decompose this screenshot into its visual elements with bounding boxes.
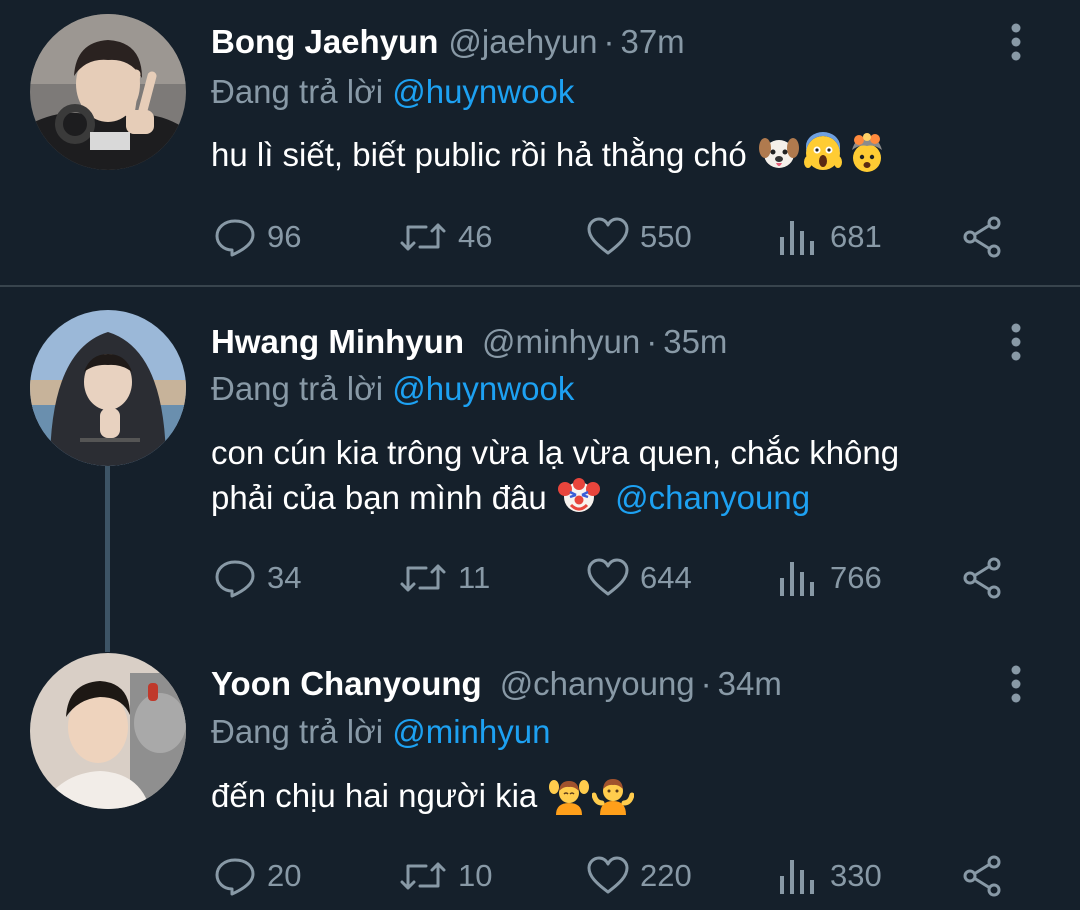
like-button[interactable]: 220 (586, 852, 692, 900)
tweet-body-line-2: phải của bạn mình đâu @chanyoung (211, 475, 1031, 520)
tweet-body: đến chịu hai người kia (211, 777, 538, 814)
divider (0, 285, 1080, 287)
tweet-text: con cún kia trông vừa lạ vừa quen, chắc … (211, 431, 1031, 520)
bar-chart-icon (780, 221, 814, 255)
replying-to: Đang trả lời @minhyun (211, 710, 550, 754)
reply-to-mention[interactable]: @huynwook (392, 370, 574, 407)
user-handle[interactable]: @jaehyun (448, 23, 597, 60)
clown-face-emoji (557, 475, 600, 517)
views-button[interactable]: 766 (776, 554, 882, 602)
dog-face-emoji (758, 132, 800, 174)
heart-icon (587, 558, 629, 596)
views-button[interactable]: 330 (776, 852, 882, 900)
tweet-body-line-1: con cún kia trông vừa lạ vừa quen, chắc … (211, 434, 900, 471)
retweet-button[interactable]: 10 (398, 852, 492, 900)
replying-to: Đang trả lời @huynwook (211, 70, 574, 114)
separator-dot: · (603, 23, 615, 60)
share-button[interactable] (960, 213, 1004, 261)
reply-icon (215, 560, 255, 598)
retweet-count: 11 (458, 560, 491, 595)
more-options-icon[interactable] (1003, 322, 1029, 362)
share-icon (963, 216, 1001, 258)
retweet-button[interactable]: 46 (398, 213, 492, 261)
share-icon (963, 855, 1001, 897)
tweet-text: đến chịu hai người kia (211, 773, 1031, 818)
share-button[interactable] (960, 554, 1004, 602)
view-count: 681 (830, 219, 882, 254)
reply-button[interactable]: 34 (213, 554, 301, 602)
more-options-icon[interactable] (1003, 22, 1029, 62)
timestamp[interactable]: 35m (663, 323, 727, 360)
timestamp[interactable]: 37m (620, 23, 684, 60)
user-handle[interactable]: @chanyoung (500, 665, 695, 702)
retweet-count: 46 (458, 219, 493, 254)
views-button[interactable]: 681 (776, 213, 882, 261)
avatar[interactable] (30, 14, 186, 170)
screaming-face-emoji (802, 132, 844, 174)
tweet-minhyun[interactable]: Hwang Minhyun @minhyun · 35m Đang trả lời @… (0, 300, 1080, 640)
like-count: 550 (640, 219, 692, 254)
display-name[interactable]: Hwang Minhyun (211, 323, 464, 360)
tweet-chanyoung[interactable]: Yoon Chanyoung @chanyoung · 34m Đang trả lờ… (0, 642, 1080, 910)
view-count: 766 (830, 560, 882, 595)
replying-to-label: Đang trả lời (211, 713, 384, 750)
reply-count: 34 (267, 560, 302, 595)
reply-count: 96 (267, 219, 302, 254)
retweet-icon (400, 223, 446, 251)
thread-connector-line (105, 466, 110, 652)
tweet-body: hu lì siết, biết public rồi hả thằng chó (211, 136, 747, 173)
exploding-head-emoji (846, 132, 888, 174)
person-shrugging-emoji (592, 773, 635, 815)
reply-to-mention[interactable]: @huynwook (392, 73, 574, 110)
avatar[interactable] (30, 310, 186, 466)
inline-mention[interactable]: @chanyoung (615, 479, 810, 516)
heart-icon (587, 217, 629, 255)
replying-to-label: Đang trả lời (211, 73, 384, 110)
share-button[interactable] (960, 852, 1004, 900)
tweet-body-line-2-text: phải của bạn mình đâu (211, 479, 547, 516)
retweet-icon (400, 862, 446, 890)
share-icon (963, 557, 1001, 599)
more-options-icon[interactable] (1003, 664, 1029, 704)
like-button[interactable]: 644 (586, 554, 692, 602)
separator-dot: · (700, 665, 712, 702)
display-name[interactable]: Bong Jaehyun (211, 23, 438, 60)
user-handle[interactable]: @minhyun (482, 323, 640, 360)
view-count: 330 (830, 858, 882, 893)
like-count: 644 (640, 560, 692, 595)
replying-to-label: Đang trả lời (211, 370, 384, 407)
reply-icon (215, 219, 255, 257)
like-button[interactable]: 550 (586, 213, 692, 261)
retweet-icon (400, 564, 446, 592)
person-getting-massage-emoji (548, 773, 590, 815)
tweet-text: hu lì siết, biết public rồi hả thằng chó (211, 132, 1031, 177)
reply-button[interactable]: 96 (213, 213, 301, 261)
display-name[interactable]: Yoon Chanyoung (211, 665, 482, 702)
tweet-jaehyun[interactable]: Bong Jaehyun @jaehyun · 37m Đang trả lời @h… (0, 0, 1080, 285)
like-count: 220 (640, 858, 692, 893)
replying-to: Đang trả lời @huynwook (211, 367, 574, 411)
separator-dot: · (646, 323, 658, 360)
retweet-button[interactable]: 11 (398, 554, 490, 602)
bar-chart-icon (780, 860, 814, 894)
heart-icon (587, 856, 629, 894)
reply-count: 20 (267, 858, 302, 893)
bar-chart-icon (780, 562, 814, 596)
timestamp[interactable]: 34m (718, 665, 782, 702)
avatar[interactable] (30, 653, 186, 809)
reply-button[interactable]: 20 (213, 852, 301, 900)
retweet-count: 10 (458, 858, 493, 893)
reply-icon (215, 858, 255, 896)
reply-to-mention[interactable]: @minhyun (392, 713, 550, 750)
